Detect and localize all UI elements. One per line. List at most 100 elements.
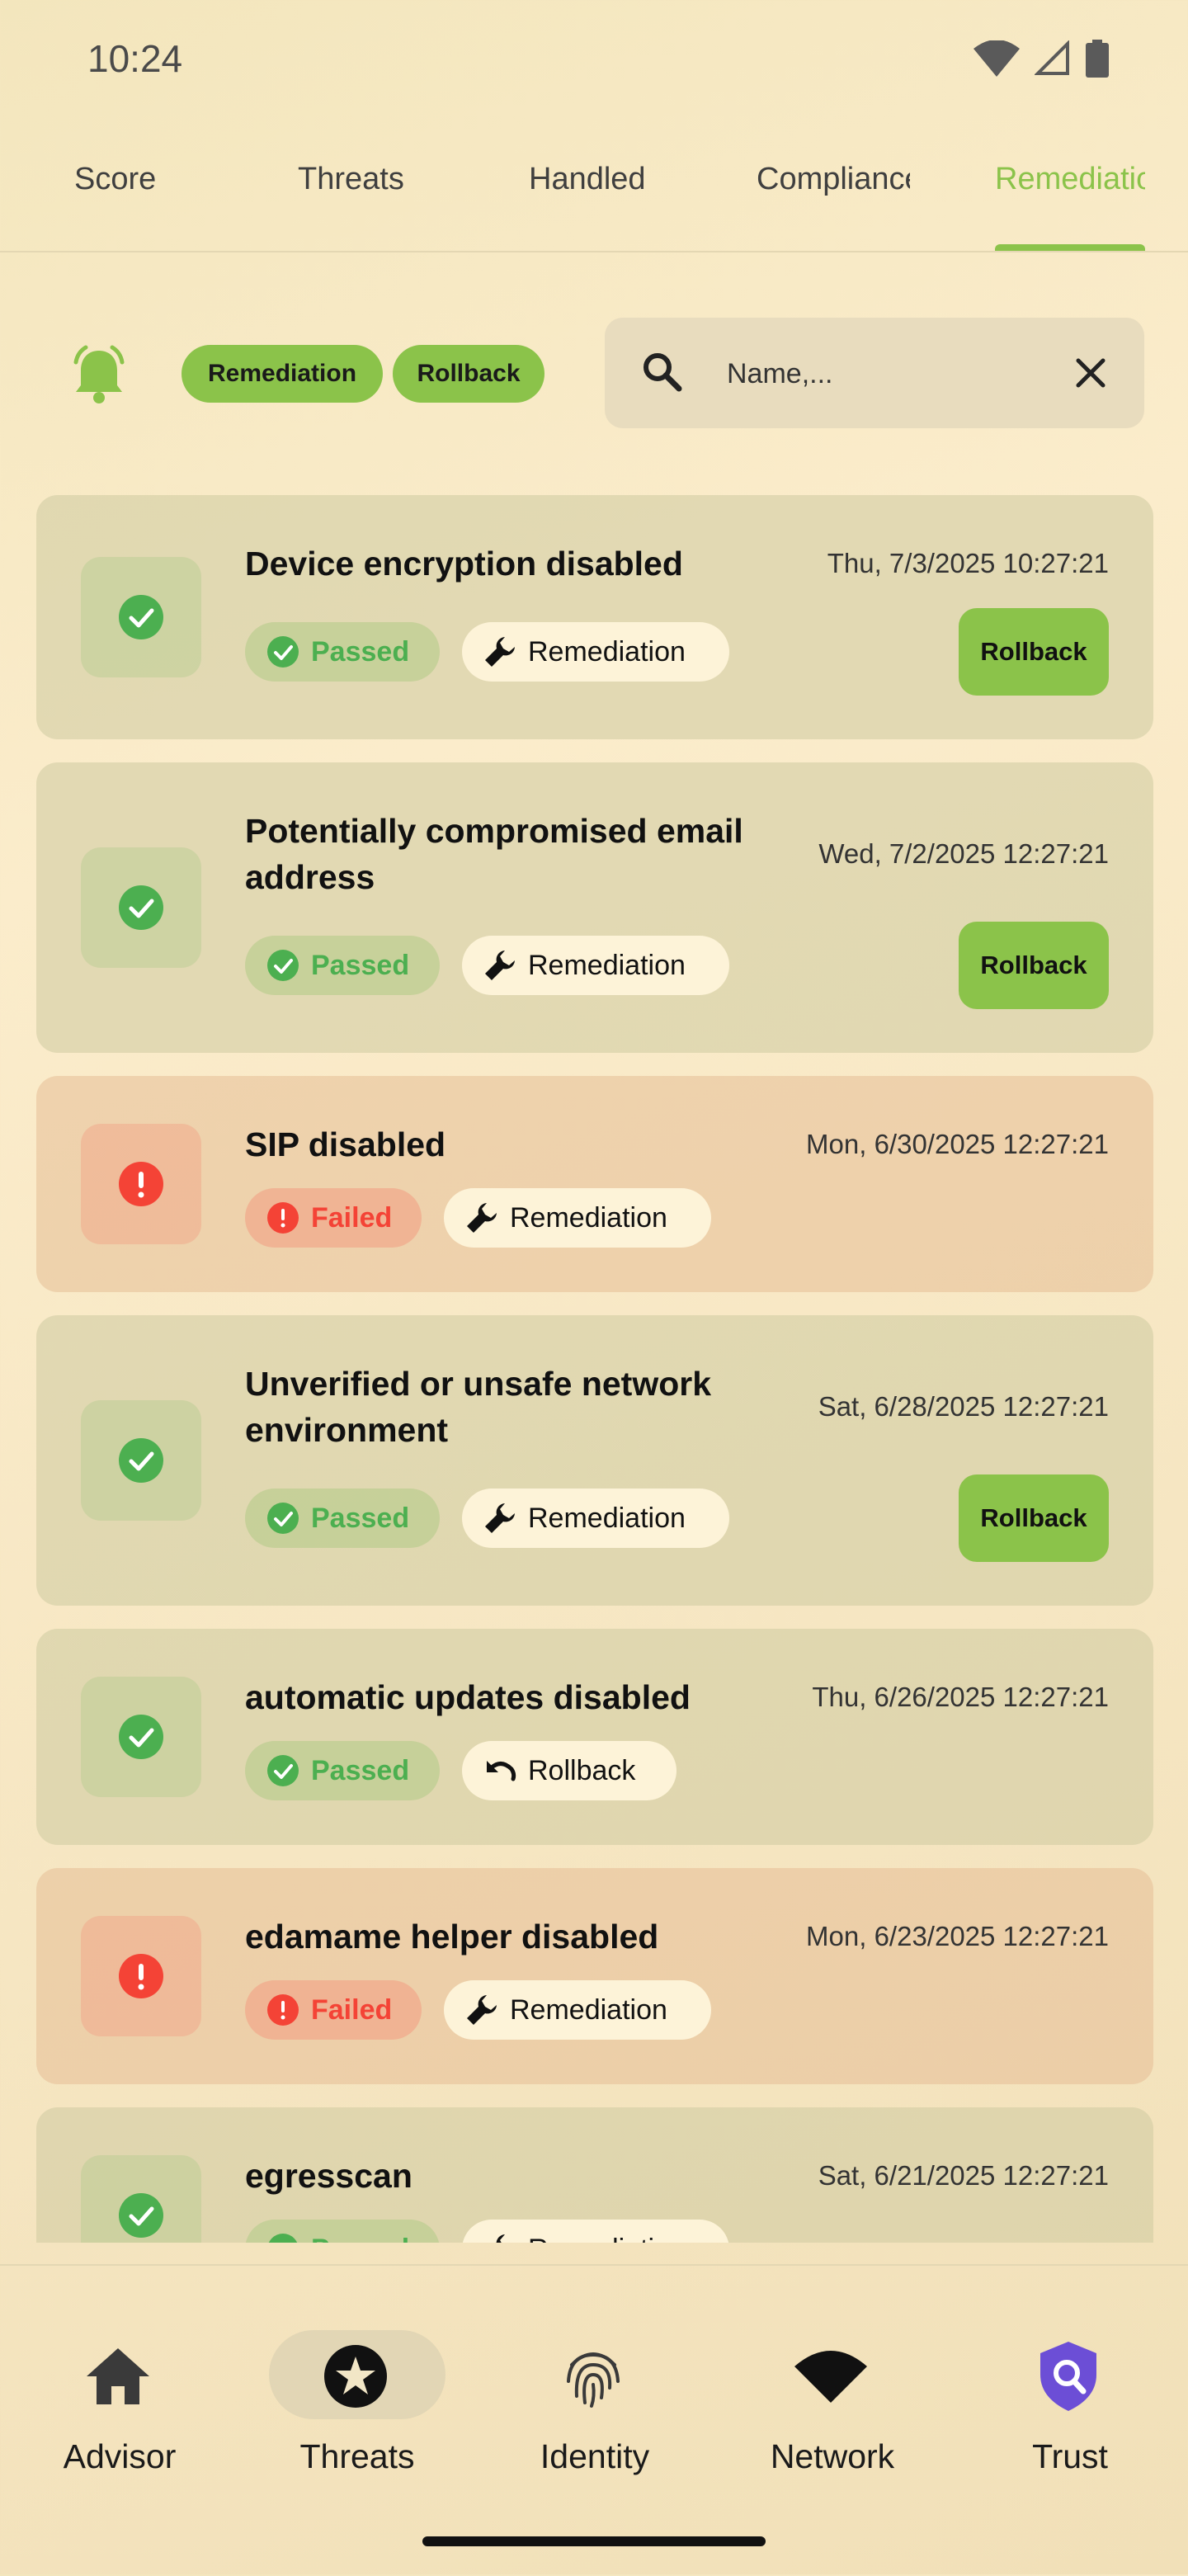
check-circle-icon [119, 885, 163, 930]
search-box [605, 318, 1144, 428]
status-indicator [81, 1916, 201, 2036]
shield-search-icon [1040, 2342, 1096, 2411]
remediation-list: Device encryption disabled Thu, 7/3/2025… [36, 495, 1153, 2243]
status-badge-label: Failed [311, 1993, 393, 2026]
wrench-icon [485, 951, 515, 980]
wrench-icon [496, 2234, 505, 2243]
status-badge: Passed [245, 1741, 440, 1800]
nav-trust[interactable]: Trust [949, 2330, 1163, 2479]
error-icon [119, 1954, 163, 1998]
wrench-icon [467, 1203, 497, 1233]
home-indicator[interactable] [422, 2536, 766, 2546]
item-date: Mon, 6/30/2025 12:27:21 [806, 1129, 1109, 1159]
remediation-chip[interactable]: Remediation [462, 622, 729, 682]
rollback-button[interactable]: Rollback [959, 922, 1109, 1009]
item-title: Device encryption disabled [245, 545, 683, 583]
nav-network[interactable]: Network [711, 2330, 926, 2479]
remediation-chip[interactable]: Remediation [462, 1489, 729, 1548]
item-title: Potentially compromised email address [245, 812, 743, 896]
item-date: Sat, 6/21/2025 12:27:21 [818, 2160, 1109, 2191]
remediation-chip-label: Remediation [510, 1993, 667, 2026]
remediation-chip[interactable]: Remediation [462, 936, 729, 995]
check-circle-icon [267, 950, 299, 981]
error-icon [267, 1202, 299, 1234]
search-input[interactable] [725, 346, 1042, 402]
error-icon [119, 1162, 163, 1206]
item-date: Thu, 6/26/2025 12:27:21 [812, 1682, 1109, 1712]
nav-advisor[interactable]: Advisor [0, 2330, 213, 2479]
nav-label: Advisor [63, 2437, 177, 2475]
status-indicator [81, 1400, 201, 1521]
chip-remediation[interactable]: Remediation [182, 345, 383, 403]
status-indicator [81, 2155, 201, 2243]
check-circle-icon [267, 636, 299, 668]
list-item[interactable]: edamame helper disabled Mon, 6/23/2025 1… [36, 1868, 1153, 2084]
wifi-icon [794, 2351, 867, 2403]
list-item[interactable]: egresscan Sat, 6/21/2025 12:27:21 Passed… [36, 2107, 1153, 2243]
battery-icon [1086, 40, 1109, 78]
remediation-chip[interactable]: Remediation [444, 1980, 711, 2040]
item-title: egresscan [245, 2157, 412, 2195]
list-item[interactable]: SIP disabled Mon, 6/30/2025 12:27:21 Fai… [36, 1076, 1153, 1292]
filter-toolbar: Remediation Rollback [0, 314, 1188, 437]
check-circle-icon [119, 2193, 163, 2238]
wrench-icon [467, 1995, 497, 2025]
bell-icon[interactable] [66, 342, 132, 408]
list-item[interactable]: Potentially compromised email address We… [36, 762, 1153, 1053]
status-badge-label: Passed [311, 1502, 410, 1534]
item-date: Mon, 6/23/2025 12:27:21 [806, 1921, 1109, 1951]
status-badge-label: Passed [311, 635, 410, 668]
undo-icon [487, 1761, 516, 1781]
home-icon [87, 2348, 149, 2404]
search-icon [644, 353, 682, 392]
status-badge: Passed [245, 622, 440, 682]
item-date: Wed, 7/2/2025 12:27:21 [818, 838, 1109, 869]
status-badge-label: Passed [311, 1754, 410, 1786]
fingerprint-icon [567, 2352, 620, 2408]
rollback-button[interactable]: Rollback [959, 608, 1109, 696]
status-indicator [81, 1677, 201, 1797]
item-date: Thu, 7/3/2025 10:27:21 [827, 548, 1109, 578]
tab-threats[interactable]: Threats [298, 162, 404, 251]
remediation-chip[interactable]: Remediation [444, 1188, 711, 1248]
top-tabs: Score Threats Handled Compliance Remedia… [0, 149, 1188, 252]
wrench-icon [485, 637, 515, 667]
check-circle-icon [119, 1438, 163, 1483]
tab-handled[interactable]: Handled [529, 162, 646, 251]
nav-label: Identity [540, 2437, 650, 2475]
tab-score[interactable]: Score [74, 162, 156, 251]
status-badge: Passed [245, 936, 440, 995]
wrench-icon [485, 1503, 515, 1533]
status-badge: Failed [245, 1188, 422, 1248]
list-item[interactable]: Device encryption disabled Thu, 7/3/2025… [36, 495, 1153, 739]
list-item[interactable]: Unverified or unsafe network environment… [36, 1315, 1153, 1606]
check-circle-icon [119, 595, 163, 639]
rollback-chip[interactable]: Rollback [462, 1741, 676, 1800]
nav-label: Trust [1032, 2437, 1108, 2475]
tab-remediation[interactable]: Remediation [995, 162, 1145, 251]
remediation-chip-label: Remediation [510, 1201, 667, 1234]
remediation-chip-label: Remediation [528, 1502, 686, 1534]
remediation-chip-label: Remediation [528, 635, 686, 668]
status-badge: Passed [245, 2220, 440, 2243]
item-title: SIP disabled [245, 1125, 446, 1163]
check-circle-icon [119, 1715, 163, 1759]
rollback-button[interactable]: Rollback [959, 1474, 1109, 1562]
close-icon[interactable] [1067, 349, 1115, 397]
item-title: Unverified or unsafe network environment [245, 1365, 712, 1449]
cellular-icon [1035, 40, 1069, 75]
error-icon [267, 1994, 299, 2026]
check-circle-icon [267, 1503, 299, 1534]
list-item[interactable]: automatic updates disabled Thu, 6/26/202… [36, 1629, 1153, 1845]
star-icon [324, 2345, 387, 2408]
chip-rollback[interactable]: Rollback [393, 345, 544, 403]
status-time: 10:24 [87, 37, 183, 80]
wifi-icon [974, 40, 1020, 77]
tab-compliance[interactable]: Compliance [757, 162, 910, 251]
remediation-chip[interactable]: Remediation [462, 2220, 729, 2243]
remediation-chip-label: Remediation [528, 949, 686, 981]
nav-identity[interactable]: Identity [474, 2330, 688, 2479]
nav-threats[interactable]: Threats [236, 2330, 450, 2479]
status-icons [974, 38, 1109, 79]
status-badge: Passed [245, 1489, 440, 1548]
